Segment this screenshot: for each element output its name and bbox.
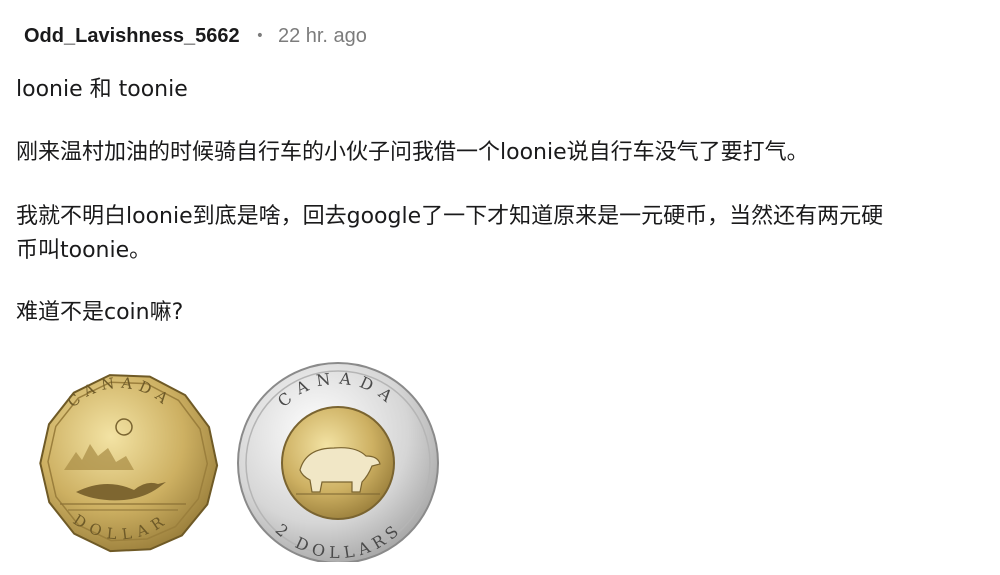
separator-dot: • [255,28,264,44]
loonie-coin: CANADA DOLLAR [39,373,219,553]
comment-paragraph-3: 我就不明白loonie到底是啥，回去google了一下才知道原来是一元硬币，当然… [16,200,883,268]
coins-illustration: CANADA DOLLAR CANADA 2 DOLLARS [39,362,439,564]
coins-image[interactable]: CANADA DOLLAR CANADA 2 DOLLARS [16,352,446,564]
toonie-coin: CANADA 2 DOLLARS [237,362,439,564]
author-username[interactable]: Odd_Lavishness_5662 [24,25,240,48]
comment-header: Odd_Lavishness_5662 • 22 hr. ago [24,22,367,50]
comment-paragraph-3-line-2: 币叫toonie。 [16,238,152,263]
comment-paragraph-2: 刚来温村加油的时候骑自行车的小伙子问我借一个loonie说自行车没气了要打气。 [16,140,809,165]
comment-timestamp[interactable]: 22 hr. ago [278,25,367,48]
comment-paragraph-1: loonie 和 toonie [16,77,188,102]
comment-paragraph-3-line-1: 我就不明白loonie到底是啥，回去google了一下才知道原来是一元硬币，当然… [16,204,884,229]
comment-paragraph-4: 难道不是coin嘛? [16,300,184,325]
